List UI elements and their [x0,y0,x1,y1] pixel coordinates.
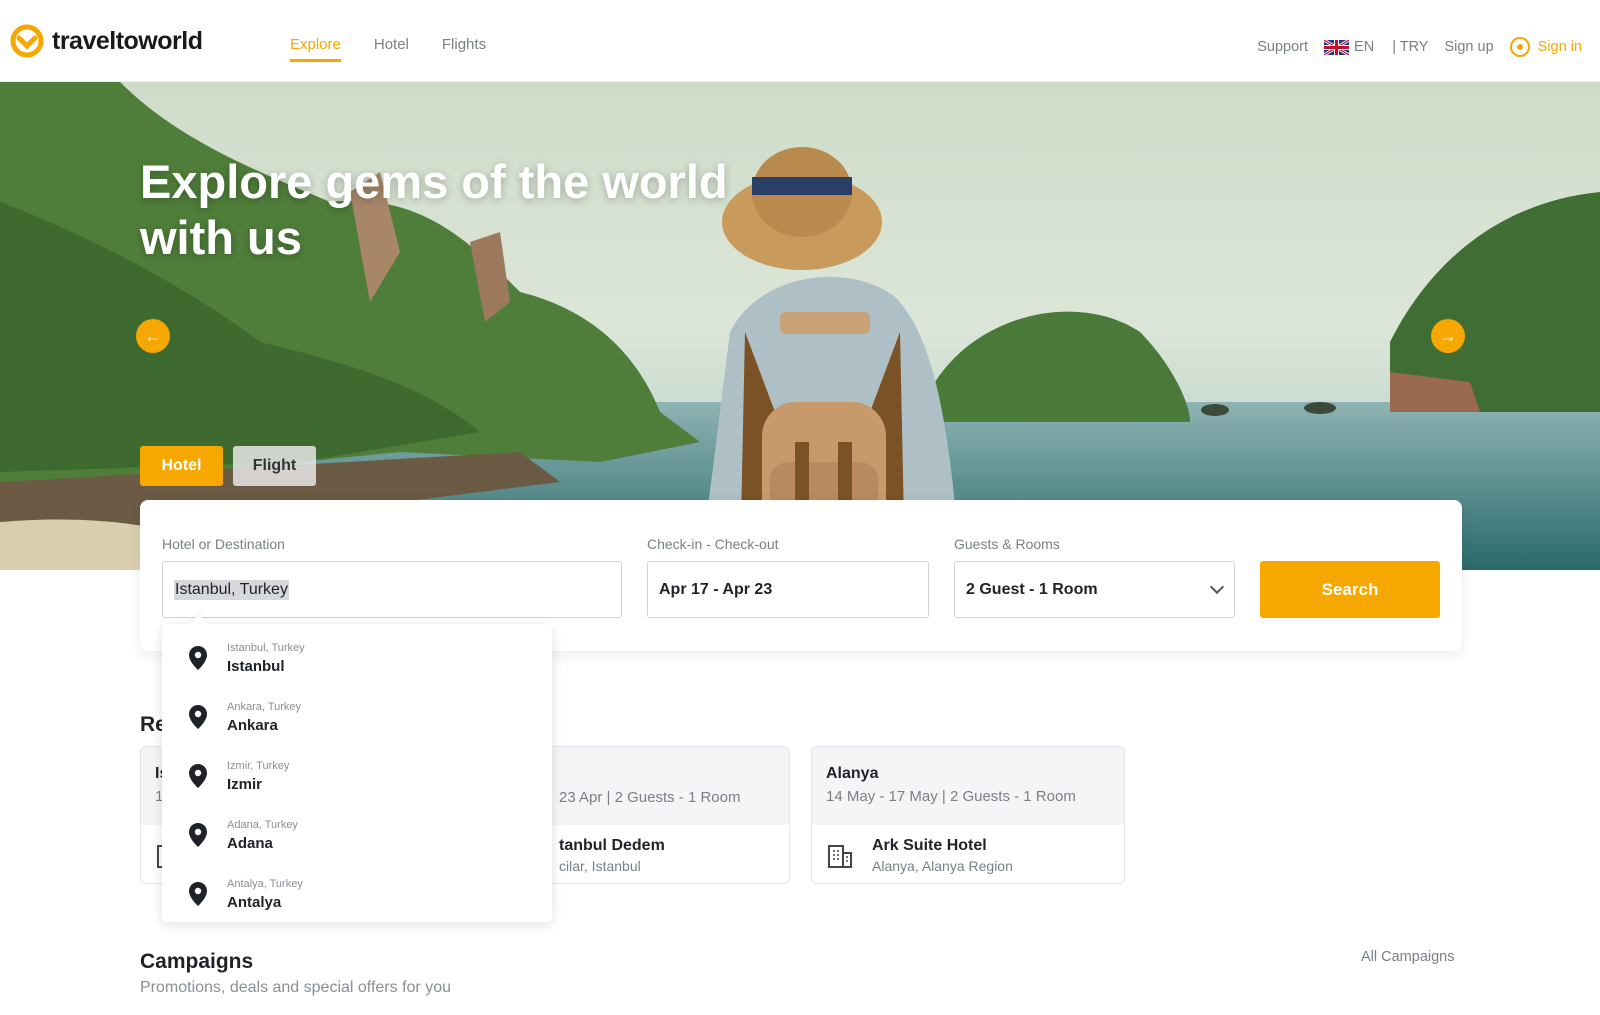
search-button[interactable]: Search [1260,561,1440,618]
destination-input[interactable]: Istanbul, Turkey [174,579,289,600]
chevron-down-icon [1209,579,1225,595]
campaigns-subtitle: Promotions, deals and special offers for… [140,979,451,996]
hero-banner: Explore gems of the world with us ← → Ho… [0,82,1600,570]
suggestion-main: Ankara [227,716,278,734]
guests-select[interactable]: 2 Guest - 1 Room [954,561,1235,618]
user-icon [1509,37,1530,57]
recent-card-city: Alanya [826,765,879,782]
uk-flag-icon [1324,39,1350,55]
nav-explore[interactable]: Explore [290,36,341,62]
suggestion-sub: Istanbul, Turkey [227,641,305,654]
suggestion-item[interactable]: Antalya, Turkey Antalya [162,865,552,923]
support-link[interactable]: Support [1257,39,1308,55]
language-label: EN [1354,39,1375,55]
dates-field[interactable]: Apr 17 - Apr 23 [647,561,929,618]
dates-label: Check-in - Check-out [647,536,779,552]
suggestion-item[interactable]: Izmir, Turkey Izmir [162,747,552,805]
suggestion-main: Istanbul [227,657,285,675]
signin-label: Sign in [1537,39,1582,55]
recent-card-location: cilar, Istanbul [559,857,641,874]
hero-title-line-1: Explore gems of the world [140,155,728,208]
suggestion-sub: Izmir, Turkey [227,759,290,772]
destination-suggestions: Istanbul, Turkey Istanbul Ankara, Turkey A… [162,624,552,922]
location-pin-icon [189,646,207,670]
dates-value: Apr 17 - Apr 23 [659,580,773,598]
suggestion-main: Adana [227,834,273,852]
recent-card-body: Ark Suite Hotel Alanya, Alanya Region [812,825,1124,883]
main-nav: Explore Hotel Flights [290,36,486,62]
tab-flight[interactable]: Flight [233,446,316,486]
logo-text: traveltoworld [52,26,203,55]
arrow-left-icon: ← [144,325,162,346]
all-campaigns-link[interactable]: All Campaigns [1361,949,1455,965]
signup-link[interactable]: Sign up [1444,39,1493,55]
nav-flights[interactable]: Flights [442,36,486,62]
tab-hotel[interactable]: Hotel [140,446,223,486]
location-pin-icon [189,823,207,847]
header-actions: Support EN | TRY Sign up Sign in [1241,37,1582,57]
recent-card-meta: 14 May - 17 May | 2 Guests - 1 Room [826,788,1076,805]
guests-value: 2 Guest - 1 Room [966,580,1098,598]
suggestion-sub: Antalya, Turkey [227,877,303,890]
suggestion-sub: Ankara, Turkey [227,700,301,713]
recent-card-hotel: Ark Suite Hotel [872,836,987,854]
logo-icon [10,24,44,58]
hero-title: Explore gems of the world with us [140,154,780,266]
destination-field[interactable]: Istanbul, Turkey [162,561,622,618]
nav-hotel[interactable]: Hotel [374,36,409,62]
location-pin-icon [189,705,207,729]
suggestion-sub: Adana, Turkey [227,818,298,831]
signin-link[interactable]: Sign in [1509,37,1582,57]
hero-title-line-2: with us [140,211,302,264]
recent-card-location: Alanya, Alanya Region [872,857,1013,874]
recent-card-header: Alanya 14 May - 17 May | 2 Guests - 1 Ro… [812,747,1124,825]
site-header: traveltoworld Explore Hotel Flights Supp… [0,0,1600,82]
campaigns-title: Campaigns [140,950,254,973]
currency-selector[interactable]: | TRY [1392,39,1428,55]
recent-card-meta: 23 Apr | 2 Guests - 1 Room [559,789,741,806]
destination-label: Hotel or Destination [162,536,285,552]
suggestion-item[interactable]: Istanbul, Turkey Istanbul [162,629,552,687]
suggestion-item[interactable]: Ankara, Turkey Ankara [162,688,552,746]
recent-card[interactable]: Alanya 14 May - 17 May | 2 Guests - 1 Ro… [811,746,1125,884]
suggestion-main: Izmir [227,775,263,793]
carousel-prev-button[interactable]: ← [136,319,170,353]
suggestion-item[interactable]: Adana, Turkey Adana [162,806,552,864]
location-pin-icon [189,764,207,788]
arrow-right-icon: → [1439,325,1457,346]
suggestion-main: Antalya [227,893,282,911]
location-pin-icon [189,882,207,906]
recent-card-hotel: tanbul Dedem [559,836,665,854]
building-icon [828,845,852,868]
language-selector[interactable]: EN [1324,39,1374,55]
carousel-next-button[interactable]: → [1431,319,1465,353]
guests-label: Guests & Rooms [954,536,1060,552]
logo[interactable]: traveltoworld [10,24,203,58]
